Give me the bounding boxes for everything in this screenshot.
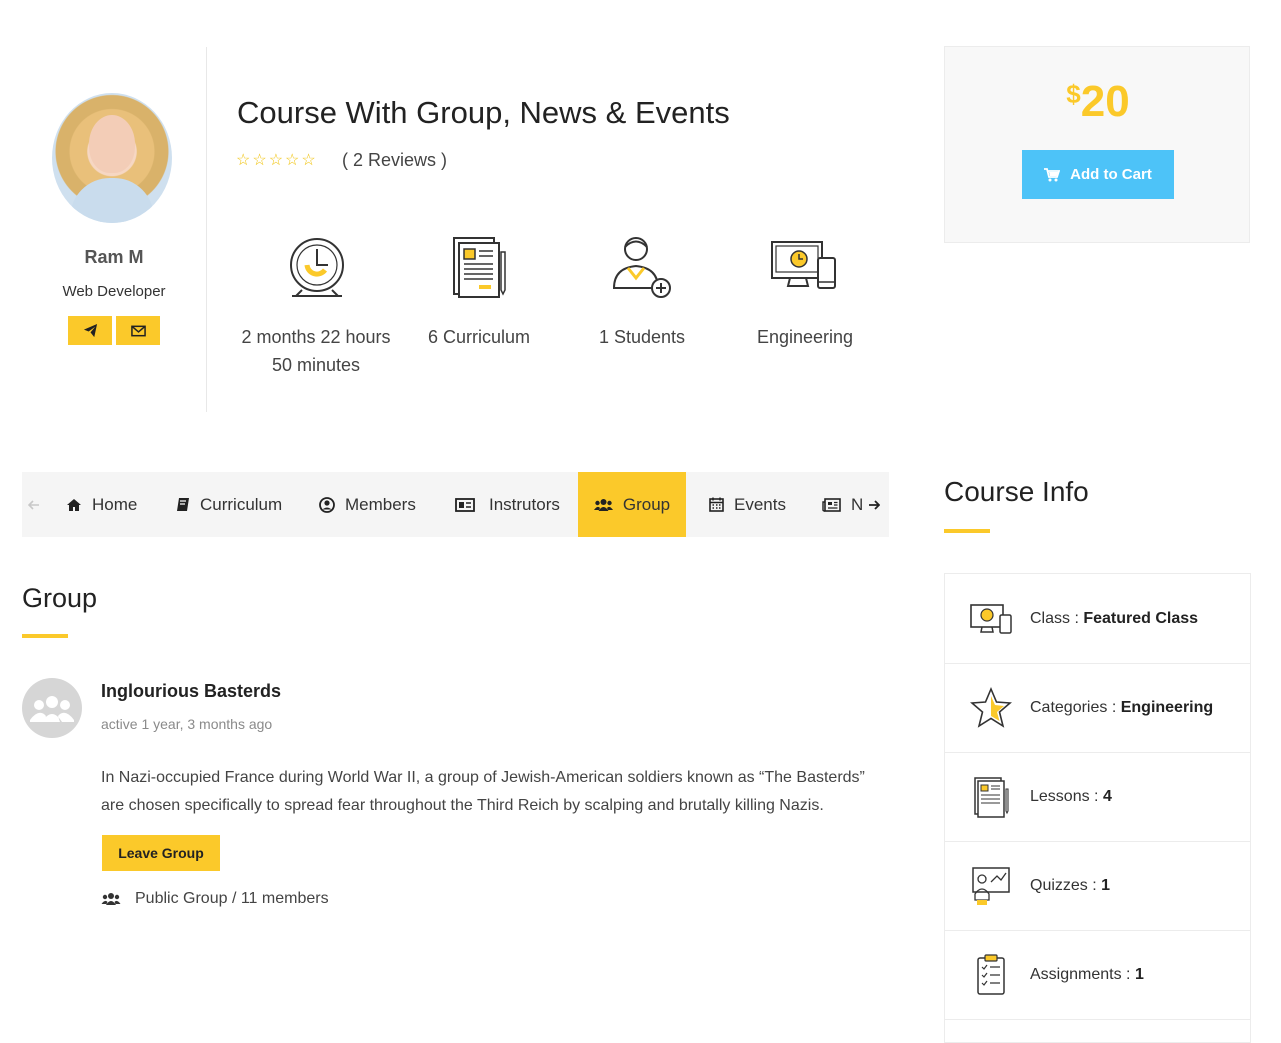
envelope-icon xyxy=(130,325,146,336)
book-icon xyxy=(177,498,189,511)
cart-icon xyxy=(1044,167,1061,181)
lessons-document-icon xyxy=(974,776,1009,818)
leave-group-button[interactable]: Leave Group xyxy=(102,835,220,871)
course-info-underline xyxy=(944,529,990,533)
tabs-scroll-left-button[interactable] xyxy=(28,472,40,537)
group-name[interactable]: Inglourious Basterds xyxy=(101,681,281,702)
arrow-left-icon xyxy=(28,499,39,510)
star-icon xyxy=(970,686,1012,728)
add-to-cart-button[interactable]: Add to Cart xyxy=(1022,150,1174,199)
price-box: $20 Add to Cart xyxy=(944,46,1250,243)
instructor-role: Web Developer xyxy=(62,283,166,300)
group-placeholder-icon xyxy=(30,696,74,722)
newspaper-icon xyxy=(822,497,841,512)
course-info-quizzes: Quizzes : 1 xyxy=(945,841,1250,931)
group-title-underline xyxy=(22,634,68,638)
course-category[interactable]: Engineering xyxy=(715,323,895,351)
users-icon xyxy=(101,893,121,905)
instructor-name: Ram M xyxy=(84,247,144,267)
group-meta: Public Group / 11 members xyxy=(101,890,329,908)
group-description: In Nazi-occupied France during World War… xyxy=(101,769,865,814)
calendar-icon xyxy=(709,497,724,512)
instructor-message-button[interactable] xyxy=(68,316,112,345)
tabs-scroll-right-button[interactable] xyxy=(868,472,880,537)
tab-members[interactable]: Members xyxy=(319,472,416,537)
course-info-box: Class : Featured Class Categories : Engi… xyxy=(944,573,1251,1043)
course-info-lessons: Lessons : 4 xyxy=(945,752,1250,842)
group-last-active: active 1 year, 3 months ago xyxy=(101,716,273,732)
arrow-right-icon xyxy=(869,499,880,510)
instructor-email-button[interactable] xyxy=(116,316,160,345)
tab-curriculum[interactable]: Curriculum xyxy=(176,472,282,537)
student-add-icon xyxy=(612,237,671,298)
tab-news[interactable]: N xyxy=(822,472,863,537)
course-title: Course With Group, News & Events xyxy=(237,95,730,130)
users-icon xyxy=(593,498,613,511)
user-circle-icon xyxy=(319,496,335,513)
curriculum-document-icon xyxy=(453,237,506,298)
course-tabs: Home Curriculum Members Instrutors Group… xyxy=(22,472,889,537)
course-duration: 2 months 22 hours 50 minutes xyxy=(241,327,391,375)
tab-events[interactable]: Events xyxy=(709,472,786,537)
tab-home[interactable]: Home xyxy=(66,472,137,537)
column-divider xyxy=(206,47,207,412)
course-curriculum-count: 6 Curriculum xyxy=(427,327,531,347)
group-avatar[interactable] xyxy=(22,678,82,738)
clock-icon xyxy=(290,238,344,297)
instructor-avatar xyxy=(52,93,172,223)
devices-category-icon xyxy=(771,241,836,289)
course-info-class: Class : Featured Class xyxy=(945,574,1250,664)
class-devices-icon xyxy=(970,603,1012,634)
course-info-title: Course Info xyxy=(944,476,1089,507)
assignment-clipboard-icon xyxy=(977,953,1005,995)
reviews-count[interactable]: ( 2 Reviews ) xyxy=(342,150,447,171)
home-icon xyxy=(67,498,81,511)
course-info-categories: Categories : Engineering xyxy=(945,663,1250,753)
course-info-assignments: Assignments : 1 xyxy=(945,930,1250,1020)
tab-instructors[interactable]: Instrutors xyxy=(455,472,560,537)
course-students-count: 1 Students xyxy=(598,327,686,347)
course-price: $20 xyxy=(1066,77,1130,126)
paper-plane-icon xyxy=(83,323,97,338)
group-section-title: Group xyxy=(22,583,98,613)
id-card-icon xyxy=(455,497,475,512)
rating-stars: ☆☆☆☆☆ xyxy=(236,152,318,169)
tab-group[interactable]: Group xyxy=(578,472,686,537)
quiz-presentation-icon xyxy=(972,866,1010,905)
